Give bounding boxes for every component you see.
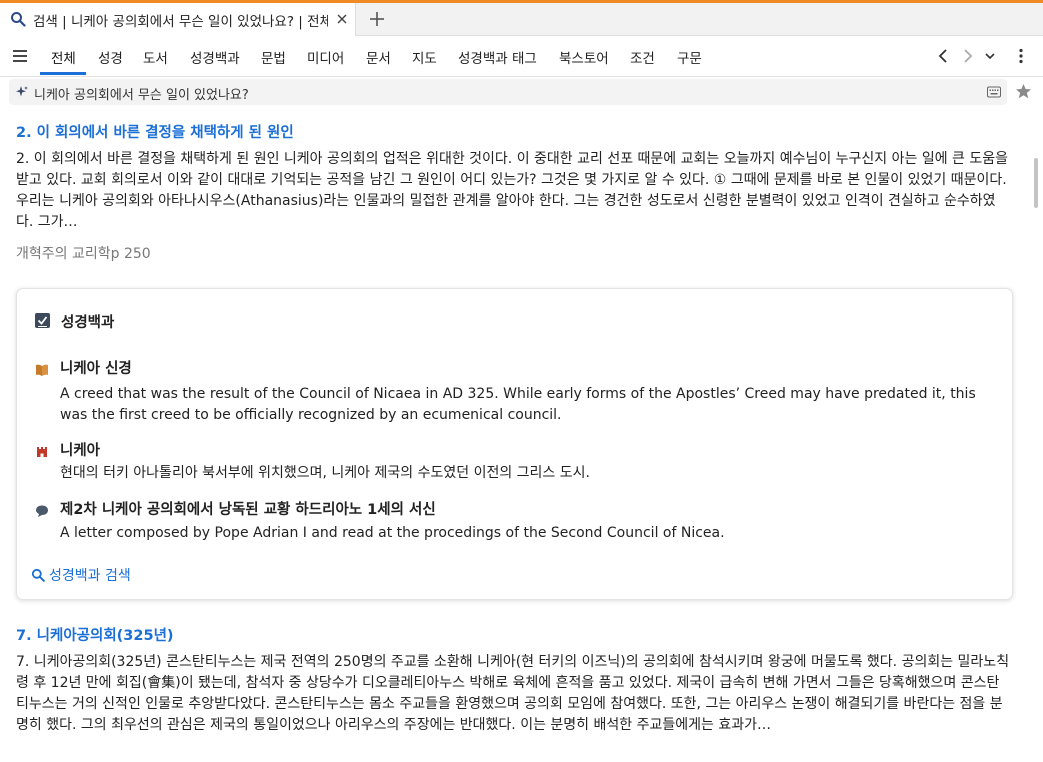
tab-conditions[interactable]: 조건 (630, 47, 655, 67)
sparkle-icon (16, 86, 28, 97)
tab-all[interactable]: 전체 (51, 47, 76, 67)
tab-strip: 검색 | 니케아 공의회에서 무슨 일이 있었나요? | 전체 (0, 3, 1043, 36)
tab-media[interactable]: 미디어 (307, 47, 344, 67)
tab-documents[interactable]: 문서 (366, 47, 391, 67)
search-icon (11, 12, 26, 27)
tab-maps[interactable]: 지도 (412, 47, 437, 67)
result-source[interactable]: 개혁주의 교리학p 250 (16, 243, 151, 263)
result-snippet: 7. 니케아공의회(325년) 콘스탄티누스는 제국 전역의 250명의 주교를… (16, 654, 1010, 733)
chevron-left-icon[interactable] (935, 47, 953, 65)
factbook-entry-desc: A creed that was the result of the Counc… (60, 386, 976, 423)
factbook-entry-title[interactable]: 제2차 니케아 공의회에서 낭독된 교황 하드리아노 1세의 서신 (60, 498, 436, 519)
result-title[interactable]: 2. 이 회의에서 바른 결정을 채택하게 된 원인 (16, 121, 294, 142)
speech-bubble-icon (36, 505, 48, 517)
tab-factbook-tags[interactable]: 성경백과 태그 (458, 47, 537, 67)
search-icon (31, 568, 45, 582)
chevron-right-icon[interactable] (958, 47, 976, 65)
more-vertical-icon[interactable] (1012, 47, 1030, 65)
document-tab[interactable]: 검색 | 니케아 공의회에서 무슨 일이 있었나요? | 전체 (0, 3, 356, 36)
tab-title: 검색 | 니케아 공의회에서 무슨 일이 있었나요? | 전체 (33, 14, 328, 30)
castle-icon (37, 447, 47, 457)
factbook-search-label: 성경백과 검색 (49, 568, 131, 584)
search-input[interactable]: 니케아 공의회에서 무슨 일이 있었나요? (9, 79, 1007, 105)
factbook-heading: 성경백과 (61, 315, 115, 331)
scrollbar-thumb[interactable] (1034, 158, 1038, 208)
search-query-text: 니케아 공의회에서 무슨 일이 있었나요? (34, 88, 249, 103)
keyboard-icon[interactable] (987, 86, 1001, 98)
star-icon[interactable] (1015, 83, 1032, 100)
book-icon (36, 364, 48, 376)
tab-bible[interactable]: 성경 (98, 47, 123, 67)
factbook-checklist-icon (35, 313, 50, 328)
tab-bookstore[interactable]: 북스토어 (559, 47, 609, 67)
factbook-search-link[interactable]: 성경백과 검색 (31, 565, 131, 585)
tab-syntax[interactable]: 구문 (677, 47, 702, 67)
factbook-entry-desc: 현대의 터키 아나톨리아 북서부에 위치했으며, 니케아 제국의 수도였던 이전… (60, 465, 590, 481)
close-icon[interactable] (334, 11, 350, 27)
factbook-entry-title[interactable]: 니케아 신경 (60, 357, 132, 378)
factbook-entry-title[interactable]: 니케아 (60, 439, 100, 460)
result-snippet: 2. 이 회의에서 바른 결정을 채택하게 된 원인 니케아 공의회의 업적은 … (16, 151, 1009, 230)
results-area: 2. 이 회의에서 바른 결정을 채택하게 된 원인 2. 이 회의에서 바른 … (0, 108, 1043, 762)
factbook-entry-desc: A letter composed by Pope Adrian I and r… (60, 525, 725, 541)
factbook-card: 성경백과 니케아 신경 A creed that was the result … (16, 288, 1013, 600)
tab-factbook[interactable]: 성경백과 (190, 47, 240, 67)
search-bar: 니케아 공의회에서 무슨 일이 있었나요? (0, 77, 1043, 107)
nav-toolbar: 전체 성경 도서 성경백과 문법 미디어 문서 지도 성경백과 태그 북스토어 … (0, 36, 1043, 77)
tab-grammar[interactable]: 문법 (261, 47, 286, 67)
result-title[interactable]: 7. 니케아공의회(325년) (16, 624, 174, 645)
tab-books[interactable]: 도서 (143, 47, 168, 67)
active-tab-indicator (40, 72, 86, 75)
chevron-down-icon[interactable] (981, 47, 999, 65)
new-tab-plus-icon[interactable] (368, 10, 386, 28)
hamburger-menu-icon[interactable] (11, 47, 29, 65)
